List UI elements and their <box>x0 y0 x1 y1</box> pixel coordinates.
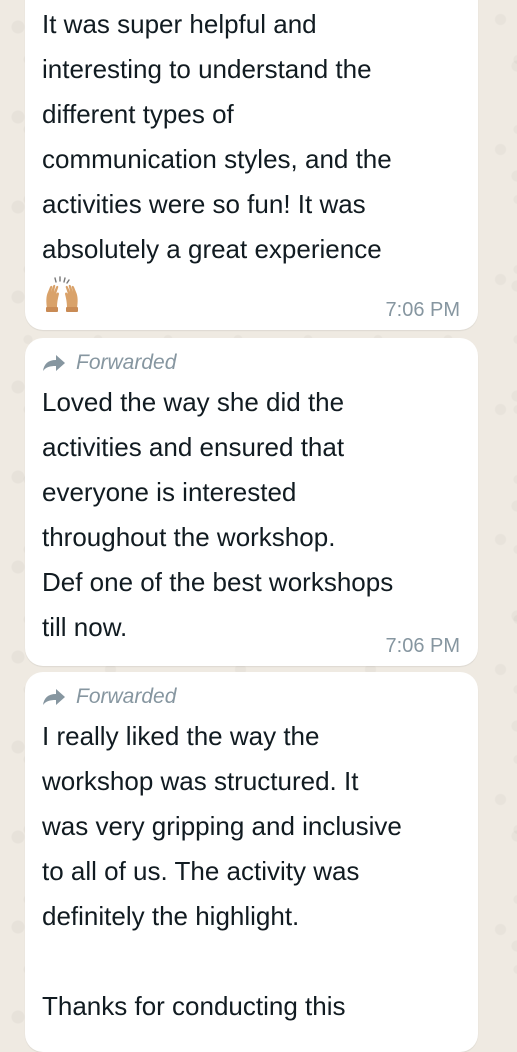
forwarded-text: Forwarded <box>76 351 177 374</box>
message-bubble[interactable]: Forwarded Loved the way she did the acti… <box>25 338 478 666</box>
forward-arrow-icon <box>43 689 65 705</box>
message-text: Loved the way she did the activities and… <box>42 387 394 642</box>
message-timestamp: 7:06 PM <box>385 635 460 657</box>
message-text: I really liked the way the workshop was … <box>42 721 402 1021</box>
message-timestamp: 7:06 PM <box>385 299 460 321</box>
forwarded-text: Forwarded <box>76 685 177 708</box>
raising-hands-emoji <box>42 274 82 314</box>
message-bubble[interactable]: It was super helpful and interesting to … <box>25 0 478 330</box>
forwarded-label: Forwarded <box>42 350 460 376</box>
forward-arrow-icon <box>43 355 65 371</box>
forwarded-label: Forwarded <box>42 684 460 710</box>
message-bubble[interactable]: Forwarded I really liked the way the wor… <box>25 672 478 1052</box>
message-text: It was super helpful and interesting to … <box>42 9 392 264</box>
